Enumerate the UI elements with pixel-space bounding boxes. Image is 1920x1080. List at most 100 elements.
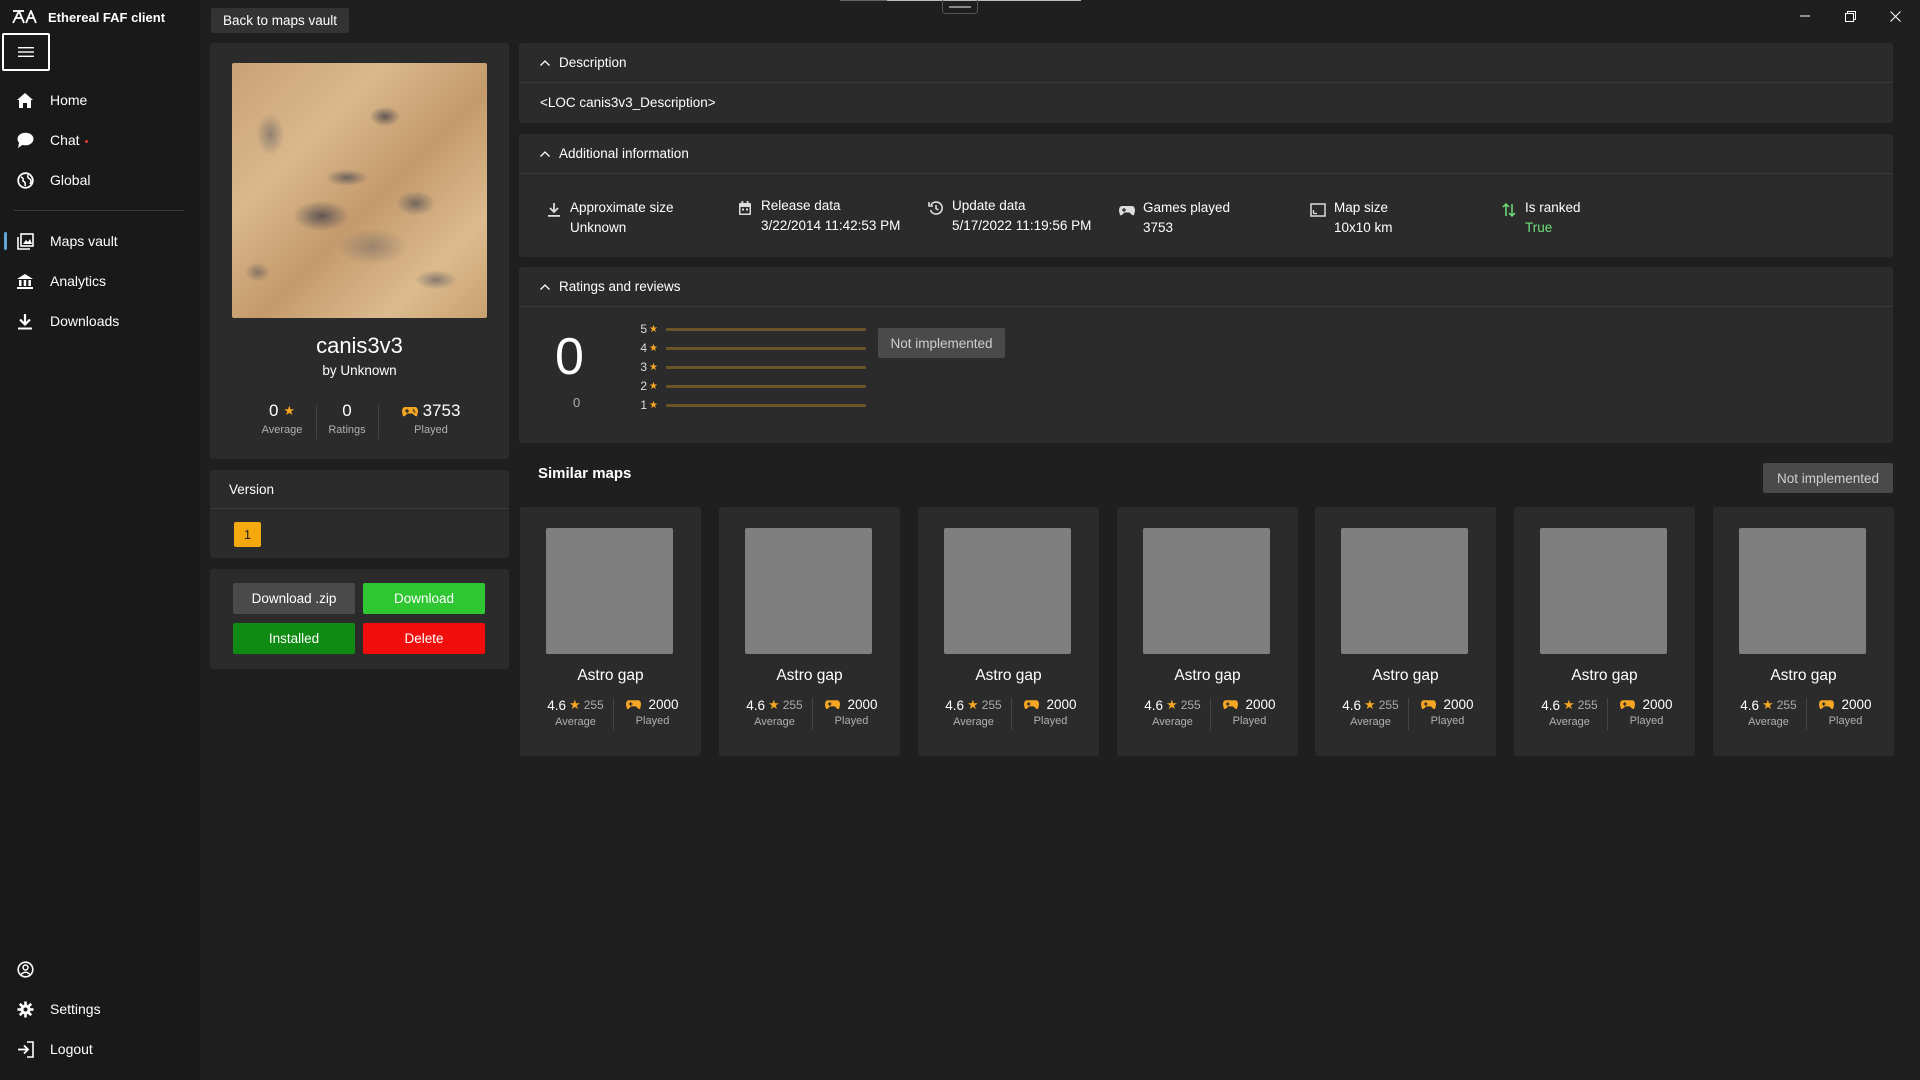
similar-not-implemented-button[interactable]: Not implemented (1763, 463, 1893, 493)
star-icon: ★ (649, 342, 658, 354)
similar-map-card[interactable]: Astro gap 4.6 ★ 255 Average 2000 Played (1713, 507, 1894, 756)
rating-bar-row: 3 ★ (637, 360, 866, 374)
gamepad-icon (1620, 700, 1636, 710)
nav-global[interactable]: Global (0, 162, 200, 198)
similar-map-rating-count: 255 (782, 698, 803, 712)
similar-map-rating-value: 4.6 (1342, 697, 1362, 713)
similar-map-played: 2000 Played (1217, 697, 1282, 727)
nav-home[interactable]: Home (0, 82, 200, 118)
similar-map-rating-count: 255 (1180, 698, 1201, 712)
rating-bar (666, 384, 866, 388)
description-text: <LOC canis3v3_Description> (540, 95, 716, 110)
similar-map-card[interactable]: Astro gap 4.6 ★ 255 Average 2000 Played (918, 507, 1099, 756)
ratings-not-implemented-button[interactable]: Not implemented (878, 328, 1005, 358)
map-rating-stat: 0 ★ Average (256, 401, 308, 436)
similar-map-rating-value: 4.6 (1144, 697, 1164, 713)
nav-chat-label: Chat (50, 132, 80, 148)
similar-map-name: Astro gap (1372, 667, 1439, 684)
nav-home-label: Home (50, 92, 88, 108)
drag-handle[interactable] (942, 0, 978, 14)
rating-bar (666, 327, 866, 331)
nav-logout[interactable]: Logout (0, 1031, 200, 1067)
similar-map-played-label: Played (834, 715, 869, 727)
stat-divider (378, 405, 379, 439)
nav-global-label: Global (50, 172, 91, 188)
similar-map-played-label: Played (635, 715, 670, 727)
restore-button[interactable] (1830, 4, 1870, 28)
info-value: 3/22/2014 11:42:53 PM (761, 218, 901, 233)
globe-icon (15, 170, 35, 190)
nav-maps-vault[interactable]: Maps vault (0, 223, 200, 259)
description-header[interactable]: Description (519, 43, 1893, 83)
nav-downloads-label: Downloads (50, 313, 120, 329)
similar-map-rating: 4.6 ★ 255 Average (742, 697, 807, 728)
similar-map-card[interactable]: Astro gap 4.6 ★ 255 Average 2000 Played (719, 507, 900, 756)
similar-map-played: 2000 Played (1415, 697, 1480, 727)
download-button[interactable]: Download (363, 583, 485, 614)
similar-map-thumbnail (546, 528, 673, 654)
similar-map-played-value: 2000 (1443, 697, 1474, 712)
rating-bar (666, 403, 866, 407)
download-icon (548, 203, 560, 217)
map-ratings-value: 0 (342, 401, 352, 420)
similar-map-rating-label: Average (1748, 716, 1789, 728)
similar-map-card[interactable]: Astro gap 4.6 ★ 255 Average 2000 Played (520, 507, 701, 756)
similar-maps-title: Similar maps (538, 465, 632, 482)
similar-map-thumbnail (944, 528, 1071, 654)
similar-map-rating-count: 255 (1577, 698, 1598, 712)
star-icon: ★ (649, 323, 658, 335)
nav-analytics-label: Analytics (50, 273, 107, 289)
similar-map-played: 2000 Played (819, 697, 884, 727)
star-icon: ★ (649, 380, 658, 392)
map-played-label: Played (414, 424, 448, 436)
installed-button[interactable]: Installed (233, 623, 355, 654)
nav-settings[interactable]: Settings (0, 991, 200, 1027)
version-panel: Version 1 (210, 470, 509, 558)
nav-profile[interactable] (0, 951, 200, 987)
similar-map-card[interactable]: Astro gap 4.6 ★ 255 Average 2000 Played (1315, 507, 1496, 756)
rating-score: 0 (555, 328, 584, 386)
similar-map-rating-count: 255 (981, 698, 1002, 712)
gamepad-icon (1819, 700, 1835, 710)
delete-button[interactable]: Delete (363, 623, 485, 654)
star-icon: ★ (1166, 697, 1178, 712)
similar-map-rating-count: 255 (1378, 698, 1399, 712)
info-value: 3753 (1143, 220, 1174, 235)
map-stats: 0 ★ Average 0 Ratings 3753 Played (210, 401, 509, 441)
similar-map-played-label: Played (1033, 715, 1068, 727)
similar-map-thumbnail (1739, 528, 1866, 654)
back-to-maps-vault-button[interactable]: Back to maps vault (211, 8, 349, 33)
similar-map-played-value: 2000 (847, 697, 878, 712)
close-icon (1889, 10, 1901, 22)
additional-info-header[interactable]: Additional information (519, 134, 1893, 174)
star-icon: ★ (1563, 697, 1575, 712)
minimize-button[interactable] (1785, 4, 1825, 28)
map-author: by Unknown (322, 363, 397, 378)
stat-divider (1607, 698, 1608, 730)
similar-map-rating: 4.6 ★ 255 Average (1140, 697, 1205, 728)
info-value: 5/17/2022 11:19:56 PM (952, 218, 1092, 233)
similar-map-rating-value: 4.6 (945, 697, 965, 713)
stat-divider (613, 698, 614, 730)
map-rating-value: 0 (268, 401, 279, 420)
similar-map-played-label: Played (1430, 715, 1465, 727)
version-badge[interactable]: 1 (234, 522, 261, 547)
similar-map-card[interactable]: Astro gap 4.6 ★ 255 Average 2000 Played (1514, 507, 1695, 756)
gamepad-icon (626, 700, 642, 710)
rating-count: 0 (573, 395, 581, 410)
nav-analytics[interactable]: Analytics (0, 263, 200, 299)
nav-chat[interactable]: Chat (0, 122, 200, 158)
hamburger-menu-button[interactable] (2, 33, 50, 71)
logout-icon (15, 1039, 35, 1059)
history-icon (928, 201, 943, 215)
rating-level: 3 (640, 360, 647, 374)
ratings-header[interactable]: Ratings and reviews (519, 267, 1893, 307)
additional-info-section: Additional information Approximate size … (519, 134, 1893, 257)
unread-dot (84, 139, 88, 143)
similar-map-card[interactable]: Astro gap 4.6 ★ 255 Average 2000 Played (1117, 507, 1298, 756)
info-label: Update data (952, 198, 1026, 213)
sort-arrows-icon (1502, 202, 1516, 218)
nav-downloads[interactable]: Downloads (0, 303, 200, 339)
download-zip-button[interactable]: Download .zip (233, 583, 355, 614)
close-button[interactable] (1875, 4, 1915, 28)
